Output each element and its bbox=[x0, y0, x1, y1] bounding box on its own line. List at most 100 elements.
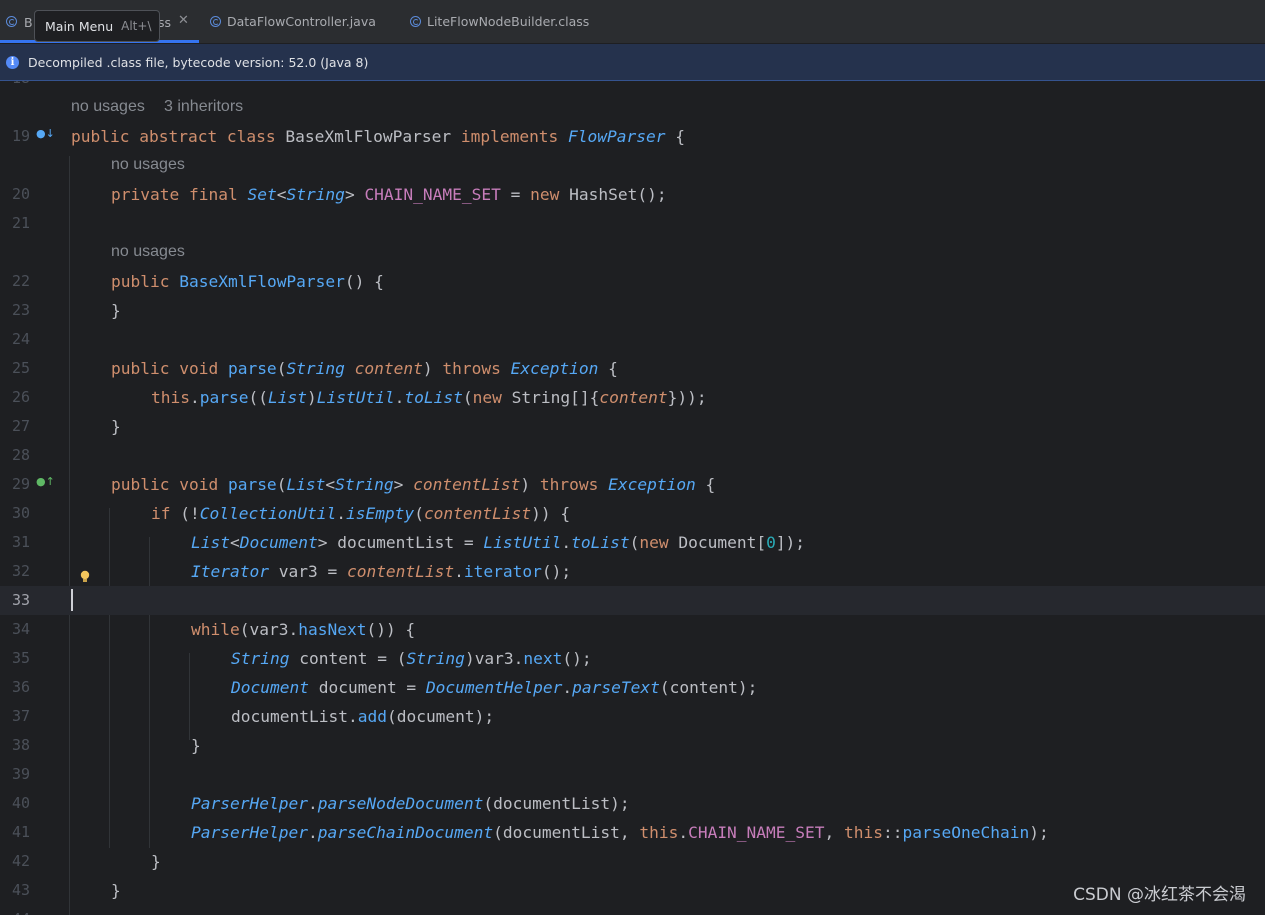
tab-liteflownodebuilder[interactable]: LiteFlowNodeBuilder.class bbox=[410, 0, 589, 43]
inheritors-hint[interactable]: 3 inheritors bbox=[164, 92, 243, 121]
line-number[interactable]: 32 bbox=[0, 557, 30, 586]
code-token: Iterator bbox=[191, 562, 279, 581]
code-token: var3 bbox=[249, 620, 289, 639]
code-text: public abstract class BaseXmlFlowParser … bbox=[71, 122, 685, 151]
implemented-down-icon[interactable]: ●↓ bbox=[36, 127, 55, 140]
code-line[interactable]: 22 public BaseXmlFlowParser() { bbox=[0, 267, 1265, 296]
code-line[interactable]: 32 Iterator var3 = contentList.iterator()… bbox=[0, 557, 1265, 586]
banner-text: Decompiled .class file, bytecode version… bbox=[28, 54, 369, 70]
code-line[interactable]: 31 List<Document> documentList = ListUtil… bbox=[0, 528, 1265, 557]
line-number[interactable]: 39 bbox=[0, 760, 30, 789]
code-line[interactable]: 25 public void parse(String content) thro… bbox=[0, 354, 1265, 383]
code-line[interactable]: 30 if (!CollectionUtil.isEmpty(contentLis… bbox=[0, 499, 1265, 528]
code-token: add bbox=[357, 707, 387, 726]
code-editor[interactable]: no usages 3 inheritors no usages no usag… bbox=[0, 81, 1265, 915]
code-line[interactable]: 37 documentList.add(document); bbox=[0, 702, 1265, 731]
code-token: if bbox=[151, 504, 181, 523]
code-line[interactable]: 23} bbox=[0, 296, 1265, 325]
line-number[interactable]: 30 bbox=[0, 499, 30, 528]
tab-label: LiteFlowNodeBuilder.class bbox=[427, 14, 590, 29]
code-line[interactable]: 33 bbox=[0, 586, 1265, 615]
code-token: parseOneChain bbox=[902, 823, 1030, 842]
line-number[interactable]: 38 bbox=[0, 731, 30, 760]
code-line[interactable]: 24 bbox=[0, 325, 1265, 354]
usages-hint[interactable]: no usages bbox=[111, 150, 185, 179]
line-number[interactable]: 28 bbox=[0, 441, 30, 470]
line-number[interactable]: 23 bbox=[0, 296, 30, 325]
usages-hint[interactable]: no usages bbox=[111, 237, 185, 266]
code-line[interactable]: 35 String content = (String)var3.next(); bbox=[0, 644, 1265, 673]
code-line[interactable]: 21 bbox=[0, 209, 1265, 238]
code-line[interactable]: 34 while(var3.hasNext()) { bbox=[0, 615, 1265, 644]
class-icon bbox=[210, 16, 221, 27]
line-number[interactable]: 31 bbox=[0, 528, 30, 557]
line-number[interactable]: 19 bbox=[0, 122, 30, 151]
code-token: documentList bbox=[493, 794, 611, 813]
code-token: List bbox=[191, 533, 230, 552]
line-number[interactable]: 26 bbox=[0, 383, 30, 412]
line-number[interactable]: 36 bbox=[0, 673, 30, 702]
code-token: private final bbox=[111, 185, 248, 204]
line-number[interactable]: 43 bbox=[0, 876, 30, 905]
code-token: () { bbox=[344, 272, 384, 291]
line-number[interactable]: 22 bbox=[0, 267, 30, 296]
line-number[interactable]: 42 bbox=[0, 847, 30, 876]
code-token: ) bbox=[464, 649, 475, 668]
code-token: new bbox=[530, 185, 570, 204]
line-number[interactable]: 34 bbox=[0, 615, 30, 644]
code-token: String bbox=[511, 388, 571, 407]
line-number[interactable]: 20 bbox=[0, 180, 30, 209]
code-line[interactable]: 42} bbox=[0, 847, 1265, 876]
code-token: } bbox=[191, 736, 201, 755]
line-number[interactable]: 33 bbox=[0, 586, 30, 615]
code-token: ParserHelper bbox=[191, 794, 308, 813]
line-number[interactable]: 29 bbox=[0, 470, 30, 499]
line-number[interactable]: 41 bbox=[0, 818, 30, 847]
code-line[interactable]: 27} bbox=[0, 412, 1265, 441]
tab-dataflowcontroller[interactable]: DataFlowController.java bbox=[210, 0, 376, 43]
code-token: = bbox=[454, 533, 484, 552]
code-line[interactable]: 26 this.parse((List)ListUtil.toList(new S… bbox=[0, 383, 1265, 412]
code-token: . bbox=[678, 823, 689, 842]
line-number[interactable]: 18 bbox=[0, 81, 30, 93]
code-token: ) bbox=[306, 388, 317, 407]
code-token: List bbox=[267, 388, 307, 407]
code-line[interactable]: 44 bbox=[0, 905, 1265, 915]
code-token: throws bbox=[442, 359, 511, 378]
close-icon[interactable]: ✕ bbox=[178, 13, 189, 28]
code-token: this bbox=[151, 388, 190, 407]
code-token: . bbox=[307, 794, 318, 813]
code-token: > bbox=[393, 475, 414, 494]
code-token: documentList bbox=[231, 707, 348, 726]
code-line[interactable]: 40 ParserHelper.parseNodeDocument(documen… bbox=[0, 789, 1265, 818]
code-token: contentList bbox=[346, 562, 455, 581]
code-line[interactable]: 19 public abstract class BaseXmlFlowParse… bbox=[0, 122, 1265, 151]
code-line[interactable]: 36 Document document = DocumentHelper.par… bbox=[0, 673, 1265, 702]
code-line[interactable]: 38} bbox=[0, 731, 1265, 760]
code-line[interactable]: 28 bbox=[0, 441, 1265, 470]
line-number[interactable]: 35 bbox=[0, 644, 30, 673]
class-icon bbox=[410, 16, 421, 27]
code-text: } bbox=[191, 731, 201, 760]
code-line[interactable]: 29 public void parse(List<String> content… bbox=[0, 470, 1265, 499]
code-token: (! bbox=[180, 504, 200, 523]
line-number[interactable]: 37 bbox=[0, 702, 30, 731]
line-number[interactable]: 24 bbox=[0, 325, 30, 354]
line-number[interactable]: 27 bbox=[0, 412, 30, 441]
line-number[interactable]: 25 bbox=[0, 354, 30, 383]
line-number[interactable]: 40 bbox=[0, 789, 30, 818]
line-number[interactable]: 44 bbox=[0, 905, 30, 915]
code-token: next bbox=[523, 649, 563, 668]
lightbulb-icon[interactable] bbox=[80, 570, 90, 583]
line-number[interactable]: 21 bbox=[0, 209, 30, 238]
code-token: ( bbox=[462, 388, 473, 407]
code-line[interactable]: 20 private final Set<String> CHAIN_NAME_S… bbox=[0, 180, 1265, 209]
code-line[interactable]: 18 bbox=[0, 81, 1265, 93]
text-caret bbox=[71, 589, 73, 611]
code-line[interactable]: 41 ParserHelper.parseChainDocument(docume… bbox=[0, 818, 1265, 847]
code-token: . bbox=[189, 388, 200, 407]
code-line[interactable]: 39 bbox=[0, 760, 1265, 789]
usages-hint[interactable]: no usages bbox=[71, 92, 145, 121]
override-up-icon[interactable]: ●↑ bbox=[36, 475, 55, 488]
code-token: new bbox=[472, 388, 512, 407]
